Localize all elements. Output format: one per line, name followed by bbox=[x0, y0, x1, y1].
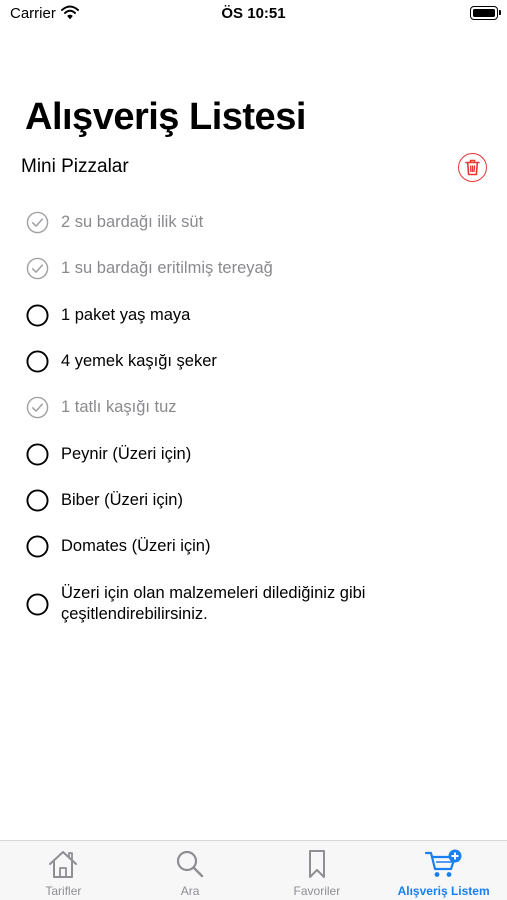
tab-bar: Tarifler Ara Favoriler Alışveriş Listem bbox=[0, 840, 507, 900]
list-item-label: Üzeri için olan malzemeleri dilediğiniz … bbox=[61, 584, 366, 623]
list-item[interactable]: Domates (Üzeri için) bbox=[0, 535, 480, 558]
list-item-label: 2 su bardağı ilik süt bbox=[61, 213, 204, 231]
delete-list-button[interactable] bbox=[458, 153, 487, 182]
list-item[interactable]: 1 tatlı kaşığı tuz bbox=[0, 396, 480, 419]
house-icon bbox=[49, 851, 78, 878]
list-item-label: 1 tatlı kaşığı tuz bbox=[61, 398, 177, 416]
list-item-label: Biber (Üzeri için) bbox=[61, 491, 183, 509]
list-item[interactable]: Üzeri için olan malzemeleri dilediğiniz … bbox=[0, 582, 480, 626]
cart-plus-icon bbox=[424, 849, 462, 877]
checkmark-circle-icon[interactable] bbox=[26, 396, 49, 419]
list-item[interactable]: 1 paket yaş maya bbox=[0, 304, 480, 327]
empty-circle-icon[interactable] bbox=[26, 350, 49, 373]
tab-recipes[interactable]: Tarifler bbox=[0, 841, 127, 900]
trash-icon bbox=[465, 159, 480, 176]
list-item[interactable]: 1 su bardağı eritilmiş tereyağ bbox=[0, 257, 480, 280]
empty-circle-icon[interactable] bbox=[26, 304, 49, 327]
checkmark-circle-icon[interactable] bbox=[26, 211, 49, 234]
tab-label: Favoriler bbox=[293, 884, 341, 898]
list-item[interactable]: 2 su bardağı ilik süt bbox=[0, 211, 480, 234]
status-time: ÖS 10:51 bbox=[221, 5, 286, 22]
tab-favorites[interactable]: Favoriler bbox=[254, 841, 381, 900]
recipe-name: Mini Pizzalar bbox=[21, 156, 129, 177]
status-bar: Carrier ÖS 10:51 bbox=[0, 0, 507, 30]
list-item-label: Domates (Üzeri için) bbox=[61, 537, 211, 555]
empty-circle-icon[interactable] bbox=[26, 535, 49, 558]
list-item-label: 1 su bardağı eritilmiş tereyağ bbox=[61, 259, 273, 277]
battery-icon bbox=[470, 6, 501, 20]
tab-shopping-list[interactable]: Alışveriş Listem bbox=[380, 841, 507, 900]
list-item-label: 4 yemek kaşığı şeker bbox=[61, 352, 217, 370]
tab-label: Tarifler bbox=[45, 884, 82, 898]
tab-label: Alışveriş Listem bbox=[397, 884, 490, 898]
tab-label: Ara bbox=[180, 884, 200, 898]
tab-search[interactable]: Ara bbox=[127, 841, 254, 900]
list-item[interactable]: 4 yemek kaşığı şeker bbox=[0, 350, 480, 373]
list-item-label: 1 paket yaş maya bbox=[61, 306, 191, 324]
list-item[interactable]: Biber (Üzeri için) bbox=[0, 489, 480, 512]
checkmark-circle-icon[interactable] bbox=[26, 257, 49, 280]
search-icon bbox=[177, 850, 204, 878]
empty-circle-icon[interactable] bbox=[26, 489, 49, 512]
page-title: Alışveriş Listesi bbox=[25, 96, 306, 138]
empty-circle-icon[interactable] bbox=[26, 592, 49, 616]
list-item[interactable]: Peynir (Üzeri için) bbox=[0, 443, 480, 466]
empty-circle-icon[interactable] bbox=[26, 443, 49, 466]
bookmark-icon bbox=[308, 850, 325, 878]
list-item-label: Peynir (Üzeri için) bbox=[61, 445, 192, 463]
